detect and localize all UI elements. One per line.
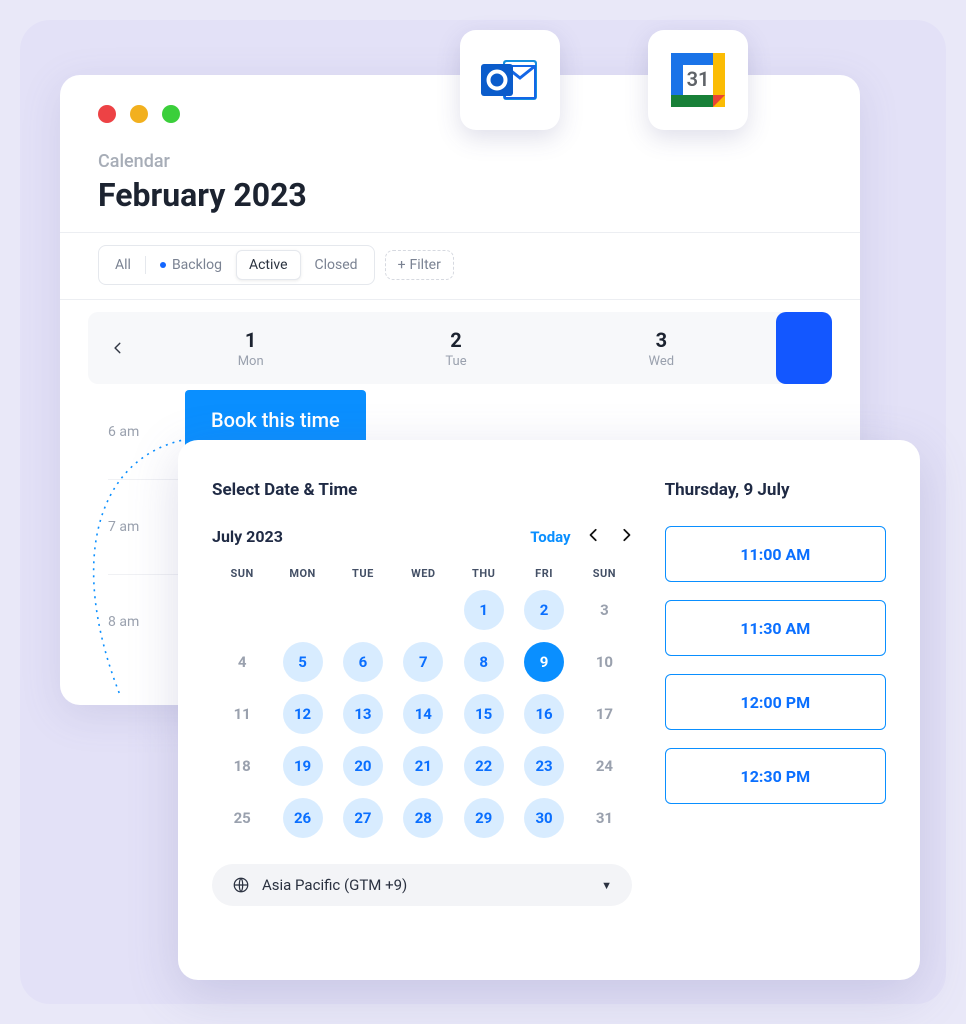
dow-label: WED bbox=[393, 567, 453, 580]
timezone-select[interactable]: Asia Pacific (GTM +9) ▼ bbox=[212, 864, 632, 906]
week-prev-button[interactable] bbox=[88, 312, 148, 384]
dow-label: SUN bbox=[574, 567, 634, 580]
calendar-day[interactable]: 29 bbox=[454, 796, 514, 840]
picker-title: Select Date & Time bbox=[212, 480, 635, 500]
calendar-day[interactable]: 19 bbox=[272, 744, 332, 788]
datetime-picker: Select Date & Time July 2023 Today SUNMO… bbox=[178, 440, 920, 980]
week-bar: 1 Mon 2 Tue 3 Wed bbox=[88, 312, 832, 384]
calendar-day bbox=[272, 588, 332, 632]
calendar-day: 10 bbox=[574, 640, 634, 684]
chevron-left-icon bbox=[587, 528, 601, 542]
google-calendar-badge: 31 bbox=[648, 30, 748, 130]
calendar-day[interactable]: 30 bbox=[514, 796, 574, 840]
filter-label: Filter bbox=[410, 257, 441, 273]
google-calendar-icon: 31 bbox=[667, 49, 729, 111]
calendar-day[interactable]: 21 bbox=[393, 744, 453, 788]
eyebrow: Calendar bbox=[98, 151, 860, 172]
calendar-day: 17 bbox=[574, 692, 634, 736]
week-day-num: 2 bbox=[450, 328, 461, 352]
dow-label: SUN bbox=[212, 567, 272, 580]
week-day-num: 3 bbox=[656, 328, 667, 352]
dow-label: TUE bbox=[333, 567, 393, 580]
filter-tabs: All Backlog Active Closed + Filter bbox=[60, 245, 860, 299]
divider bbox=[60, 232, 860, 233]
calendar-day: 18 bbox=[212, 744, 272, 788]
chevron-down-icon: ▼ bbox=[601, 879, 612, 892]
calendar-day[interactable]: 8 bbox=[454, 640, 514, 684]
time-slot[interactable]: 12:00 PM bbox=[665, 674, 886, 730]
time-slot[interactable]: 12:30 PM bbox=[665, 748, 886, 804]
calendar-day[interactable]: 15 bbox=[454, 692, 514, 736]
tab-all[interactable]: All bbox=[103, 251, 143, 279]
close-icon[interactable] bbox=[98, 105, 116, 123]
tab-closed[interactable]: Closed bbox=[303, 251, 370, 279]
dow-row: SUNMONTUEWEDTHUFRISUN bbox=[212, 567, 635, 580]
dot-icon bbox=[160, 262, 166, 268]
today-button[interactable]: Today bbox=[530, 528, 570, 546]
add-filter-button[interactable]: + Filter bbox=[385, 250, 454, 280]
calendar-day[interactable]: 12 bbox=[272, 692, 332, 736]
week-day-label: Mon bbox=[238, 354, 264, 369]
chevron-left-icon bbox=[111, 341, 125, 355]
calendar-day[interactable]: 16 bbox=[514, 692, 574, 736]
tab-active[interactable]: Active bbox=[236, 250, 301, 280]
calendar-day[interactable]: 1 bbox=[454, 588, 514, 632]
calendar-day: 24 bbox=[574, 744, 634, 788]
calendar-day[interactable]: 5 bbox=[272, 640, 332, 684]
maximize-icon[interactable] bbox=[162, 105, 180, 123]
calendar-day[interactable]: 14 bbox=[393, 692, 453, 736]
plus-icon: + bbox=[398, 257, 406, 273]
gcal-day-number: 31 bbox=[687, 67, 710, 91]
week-day-highlight[interactable] bbox=[776, 312, 832, 384]
page-title: February 2023 bbox=[98, 176, 860, 214]
calendar-day[interactable]: 9 bbox=[514, 640, 574, 684]
dow-label: FRI bbox=[514, 567, 574, 580]
calendar-day bbox=[393, 588, 453, 632]
minimize-icon[interactable] bbox=[130, 105, 148, 123]
calendar-day: 3 bbox=[574, 588, 634, 632]
calendar-day: 25 bbox=[212, 796, 272, 840]
calendar-day: 11 bbox=[212, 692, 272, 736]
calendar-day[interactable]: 22 bbox=[454, 744, 514, 788]
calendar-day[interactable]: 23 bbox=[514, 744, 574, 788]
tab-backlog[interactable]: Backlog bbox=[148, 251, 234, 279]
time-slot[interactable]: 11:30 AM bbox=[665, 600, 886, 656]
calendar-day[interactable]: 27 bbox=[333, 796, 393, 840]
calendar-day: 4 bbox=[212, 640, 272, 684]
outlook-icon bbox=[479, 52, 541, 108]
calendar-day[interactable]: 20 bbox=[333, 744, 393, 788]
week-day-label: Wed bbox=[649, 354, 675, 369]
calendar-day[interactable]: 7 bbox=[393, 640, 453, 684]
calendar-day[interactable]: 13 bbox=[333, 692, 393, 736]
selected-date-label: Thursday, 9 July bbox=[665, 480, 886, 500]
timezone-label: Asia Pacific (GTM +9) bbox=[262, 876, 407, 894]
week-day[interactable]: 3 Wed bbox=[559, 312, 764, 384]
calendar-day[interactable]: 28 bbox=[393, 796, 453, 840]
divider bbox=[60, 299, 860, 300]
calendar-day[interactable]: 6 bbox=[333, 640, 393, 684]
week-day[interactable]: 1 Mon bbox=[148, 312, 353, 384]
week-day-label: Tue bbox=[445, 354, 466, 369]
month-prev-button[interactable] bbox=[585, 526, 603, 547]
calendar-day bbox=[333, 588, 393, 632]
month-next-button[interactable] bbox=[617, 526, 635, 547]
tab-backlog-label: Backlog bbox=[172, 257, 222, 273]
week-day-num: 1 bbox=[245, 328, 256, 352]
time-slot[interactable]: 11:00 AM bbox=[665, 526, 886, 582]
dow-label: THU bbox=[454, 567, 514, 580]
week-day[interactable]: 2 Tue bbox=[353, 312, 558, 384]
calendar-day[interactable]: 2 bbox=[514, 588, 574, 632]
days-grid: 1234567891011121314151617181920212223242… bbox=[212, 588, 635, 840]
dow-label: MON bbox=[272, 567, 332, 580]
globe-icon bbox=[232, 876, 250, 894]
calendar-day bbox=[212, 588, 272, 632]
picker-month: July 2023 bbox=[212, 527, 283, 546]
calendar-day: 31 bbox=[574, 796, 634, 840]
calendar-day[interactable]: 26 bbox=[272, 796, 332, 840]
chevron-right-icon bbox=[619, 528, 633, 542]
outlook-badge bbox=[460, 30, 560, 130]
